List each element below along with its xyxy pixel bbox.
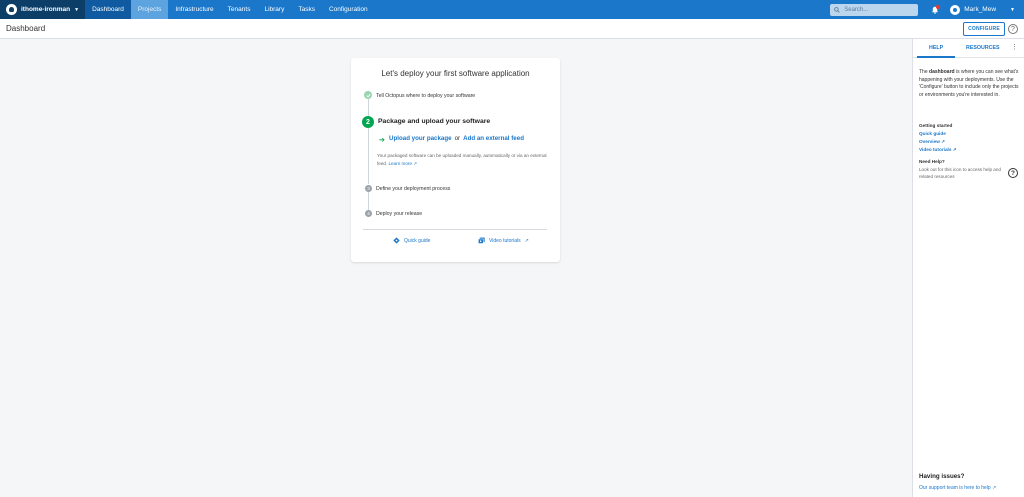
step3-badge: 3 [365, 185, 372, 192]
video-tutorials-label: Video tutorials [489, 237, 521, 244]
help-icon[interactable]: ? [1008, 24, 1018, 34]
or-text: or [454, 135, 461, 142]
video-tutorials-link[interactable]: Video tutorials ↗ [478, 237, 529, 244]
step1-label[interactable]: Tell Octopus where to deploy your softwa… [376, 93, 475, 99]
step2-badge: 2 [362, 116, 374, 128]
quick-guide-label: Quick guide [404, 237, 431, 244]
help-intro-text: The dashboard is where you can see what'… [919, 69, 1019, 99]
nav-item-infrastructure[interactable]: Infrastructure [168, 0, 220, 19]
step-complete-check-icon [364, 91, 372, 99]
user-menu[interactable]: Mark_Mew ▼ [950, 4, 1015, 15]
quick-guide-link[interactable]: Quick guide [393, 237, 430, 244]
external-link-icon: ↗ [992, 485, 997, 491]
intro-bold: dashboard [929, 69, 955, 75]
intro-prefix: The [919, 69, 928, 75]
configure-button[interactable]: CONFIGURE [963, 22, 1005, 36]
external-feed-link[interactable]: Add an external feed [463, 135, 524, 142]
need-help-text: Look out for this icon to access help an… [919, 167, 1001, 179]
step-connector [368, 128, 369, 184]
step3-label[interactable]: Define your deployment process [376, 186, 450, 192]
notification-bell-icon[interactable] [930, 4, 941, 15]
nav-right: Search... Mark_Mew ▼ [830, 0, 1024, 19]
notification-dot [936, 4, 941, 9]
support-link-label: Our support team is here to help [919, 485, 991, 491]
onboarding-card: Let's deploy your first software applica… [351, 58, 560, 262]
learn-more-link[interactable]: Learn more ↗ [389, 161, 418, 166]
step-connector [368, 99, 369, 116]
search-input[interactable]: Search... [830, 3, 919, 16]
step2-description: Your packaged software can be uploaded m… [377, 152, 549, 167]
overview-label: Overview [919, 139, 940, 144]
external-link-icon: ↗ [941, 139, 946, 144]
nav-item-projects[interactable]: Projects [130, 0, 169, 19]
getting-started-heading: Getting started [919, 123, 953, 128]
space-switcher[interactable]: ithome-ironman ▼ [0, 0, 86, 19]
upload-package-link[interactable]: Upload your package [389, 135, 452, 142]
help-pane-tabs: HELP RESOURCES ⋮ [913, 39, 1024, 58]
more-options-icon[interactable]: ⋮ [1011, 44, 1018, 51]
nav-item-tasks[interactable]: Tasks [291, 0, 322, 19]
nav-item-tenants[interactable]: Tenants [221, 0, 258, 19]
user-name: Mark_Mew [964, 6, 997, 13]
page-header: Dashboard CONFIGURE ? [0, 19, 1024, 39]
overview-help-link[interactable]: Overview ↗ [919, 139, 945, 145]
help-pane: HELP RESOURCES ⋮ The dashboard is where … [912, 39, 1024, 497]
nav-item-configuration[interactable]: Configuration [322, 0, 375, 19]
video-library-icon [478, 237, 485, 244]
arrow-right-icon: ➔ [379, 137, 385, 144]
card-title: Let's deploy your first software applica… [381, 69, 530, 78]
space-name: ithome-ironman [21, 6, 71, 13]
support-link[interactable]: Our support team is here to help ↗ [919, 485, 996, 491]
top-nav: ithome-ironman ▼ Dashboard Projects Infr… [0, 0, 1024, 19]
tab-resources[interactable]: RESOURCES [966, 45, 1000, 51]
quick-guide-help-link[interactable]: Quick guide [919, 131, 946, 136]
chevron-down-icon: ▼ [74, 6, 80, 13]
step4-badge: 4 [365, 210, 372, 217]
compass-icon [393, 237, 400, 244]
user-avatar-icon [950, 4, 961, 15]
external-link-icon: ↗ [524, 237, 529, 244]
nav-item-dashboard[interactable]: Dashboard [85, 0, 131, 19]
search-placeholder: Search... [844, 6, 869, 13]
active-tab-indicator [917, 56, 955, 58]
nav-item-library[interactable]: Library [257, 0, 291, 19]
help-icon: ? [1008, 168, 1018, 178]
video-tutorials-help-label: Video tutorials [919, 147, 952, 152]
octopus-logo-icon [6, 4, 17, 15]
step2-title: Package and upload your software [378, 118, 491, 125]
tab-help[interactable]: HELP [929, 45, 943, 51]
having-issues-heading: Having issues? [919, 473, 965, 480]
video-tutorials-help-link[interactable]: Video tutorials ↗ [919, 147, 957, 153]
external-link-icon: ↗ [413, 160, 418, 166]
learn-more-label: Learn more [388, 160, 413, 166]
chevron-down-icon: ▼ [1010, 6, 1015, 13]
upload-options: Upload your package or Add an external f… [389, 135, 524, 142]
external-link-icon: ↗ [952, 147, 957, 152]
page-title: Dashboard [6, 24, 46, 33]
divider [363, 229, 547, 230]
need-help-heading: Need Help? [919, 159, 945, 164]
step4-label[interactable]: Deploy your release [376, 211, 422, 217]
step-connector [368, 191, 369, 210]
search-icon [834, 6, 840, 13]
check-icon [365, 93, 371, 97]
